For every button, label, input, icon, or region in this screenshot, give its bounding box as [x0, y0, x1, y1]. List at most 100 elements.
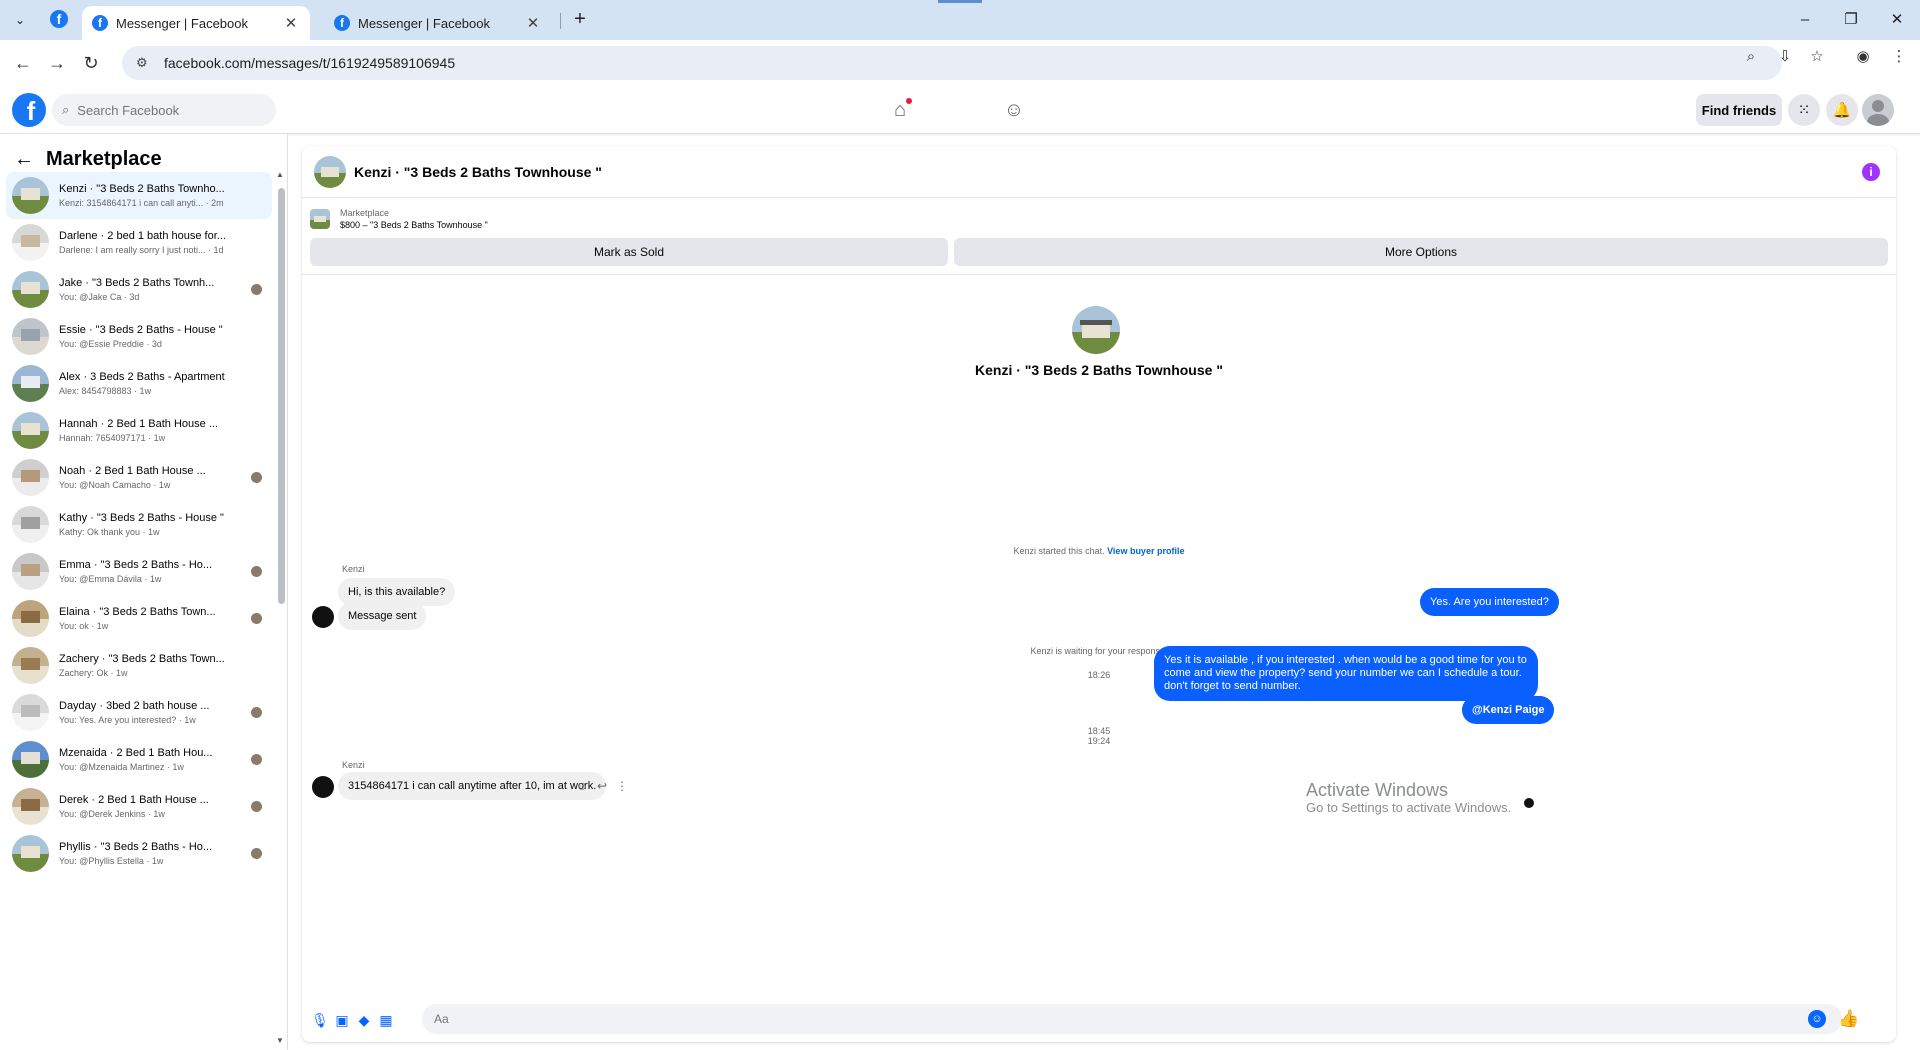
- sender-avatar[interactable]: [312, 606, 334, 628]
- install-app-icon[interactable]: ⇩: [1774, 46, 1796, 68]
- conversation-item[interactable]: Jake · "3 Beds 2 Baths Townh... You: @Jak…: [6, 266, 272, 313]
- chat-title[interactable]: Kenzi · "3 Beds 2 Baths Townhouse ": [354, 164, 602, 180]
- thumbs-up-icon[interactable]: 👍: [1838, 1008, 1860, 1030]
- listing-bar[interactable]: Marketplace $800 – "3 Beds 2 Baths Townh…: [310, 204, 1890, 234]
- conversation-item[interactable]: Darlene · 2 bed 1 bath house for... Darle…: [6, 219, 272, 266]
- info-icon[interactable]: i: [1862, 163, 1880, 181]
- buyer-avatar[interactable]: [1072, 306, 1120, 354]
- tab-close-icon[interactable]: ✕: [524, 14, 542, 32]
- browser-tab-bar: ⌄ f f Messenger | Facebook ✕ f Messenger…: [0, 0, 1920, 40]
- conversation-item[interactable]: Dayday · 3bed 2 bath house ... You: Yes. …: [6, 689, 272, 736]
- chevron-down-icon: ⌄: [14, 13, 26, 27]
- conversation-thumbnail: [12, 318, 49, 355]
- more-options-button[interactable]: More Options: [954, 238, 1888, 266]
- close-window-button[interactable]: ✕: [1882, 8, 1912, 32]
- listing-price: $800 – "3 Beds 2 Baths Townhouse ": [340, 220, 488, 230]
- conversation-thumbnail: [12, 600, 49, 637]
- conversation-name: Emma · "3 Beds 2 Baths - Ho...: [59, 559, 213, 571]
- chat-avatar[interactable]: [314, 155, 346, 188]
- conversation-item[interactable]: Zachery · "3 Beds 2 Baths Town... Zachery…: [6, 642, 272, 689]
- sender-avatar[interactable]: [312, 776, 334, 798]
- seen-avatar: [251, 801, 262, 812]
- typing-indicator: [1524, 798, 1534, 808]
- microphone-icon[interactable]: 🎙: [310, 1010, 330, 1030]
- facebook-pinned-icon[interactable]: f: [50, 10, 68, 28]
- image-attach-icon[interactable]: ▣: [332, 1010, 352, 1030]
- zoom-icon[interactable]: ⌕: [1740, 46, 1762, 68]
- conversation-preview: Kathy: Ok thank you · 1w: [59, 527, 160, 537]
- timestamp: 18:26: [1087, 670, 1111, 680]
- conversation-item[interactable]: Kathy · "3 Beds 2 Baths - House " Kathy: …: [6, 501, 272, 548]
- profile-icon[interactable]: ◉: [1852, 46, 1874, 68]
- facebook-logo[interactable]: f: [12, 93, 46, 127]
- forward-button[interactable]: →: [44, 50, 70, 76]
- conversation-item[interactable]: Mzenaida · 2 Bed 1 Bath Hou... You: @Mzen…: [6, 736, 272, 783]
- conversation-item[interactable]: Derek · 2 Bed 1 Bath House ... You: @Dere…: [6, 783, 272, 830]
- view-buyer-profile-link[interactable]: View buyer profile: [1107, 546, 1184, 556]
- message-input[interactable]: [432, 1011, 1772, 1027]
- address-bar[interactable]: ⚙ facebook.com/messages/t/16192495891069…: [122, 46, 1782, 80]
- conversation-item[interactable]: Hannah · 2 Bed 1 Bath House ... Hannah: 7…: [6, 407, 272, 454]
- tab-messenger-1[interactable]: f Messenger | Facebook ✕: [82, 6, 310, 40]
- site-info-icon[interactable]: ⚙: [122, 55, 152, 71]
- seen-avatar: [251, 566, 262, 577]
- bookmark-star-icon[interactable]: ☆: [1806, 46, 1828, 68]
- conversation-thumbnail: [12, 224, 49, 261]
- conversation-thumbnail: [12, 459, 49, 496]
- grid-icon: ⁙: [1797, 102, 1811, 119]
- listing-kind: Marketplace: [340, 208, 390, 218]
- reload-button[interactable]: ↻: [78, 50, 104, 76]
- message-input-box[interactable]: ☺: [422, 1004, 1842, 1034]
- conversation-name: Hannah · 2 Bed 1 Bath House ...: [59, 418, 218, 430]
- conversation-name: Elaina · "3 Beds 2 Baths Town...: [59, 606, 216, 618]
- window-top-indicator: [938, 0, 982, 3]
- conversation-item[interactable]: Alex · 3 Beds 2 Baths - Apartment Alex: 8…: [6, 360, 272, 407]
- conversation-item[interactable]: Kenzi · "3 Beds 2 Baths Townho... Kenzi: …: [6, 172, 272, 219]
- conversation-item[interactable]: Emma · "3 Beds 2 Baths - Ho... You: @Emma…: [6, 548, 272, 595]
- conversation-item[interactable]: Phyllis · "3 Beds 2 Baths - Ho... You: @P…: [6, 830, 272, 877]
- sticker-icon[interactable]: ◆: [354, 1010, 374, 1030]
- more-kebab-icon[interactable]: ⋮: [614, 778, 630, 794]
- emoji-icon[interactable]: ☺: [1808, 1010, 1826, 1028]
- menu-kebab-icon[interactable]: ⋮: [1888, 46, 1910, 68]
- tab-title: Messenger | Facebook: [358, 15, 490, 31]
- seen-avatar: [251, 754, 262, 765]
- groups-icon[interactable]: ☺: [1000, 96, 1028, 124]
- conversation-item[interactable]: Elaina · "3 Beds 2 Baths Town... You: ok …: [6, 595, 272, 642]
- back-arrow-icon[interactable]: ←: [14, 148, 34, 171]
- menu-grid-button[interactable]: ⁙: [1788, 94, 1820, 126]
- reply-icon[interactable]: ↩: [594, 778, 610, 794]
- started-text: Kenzi started this chat.: [1013, 546, 1105, 556]
- notifications-button[interactable]: 🔔: [1826, 94, 1858, 126]
- message-composer: 🎙 ▣ ◆ ▦ ☺ 👍: [302, 994, 1896, 1042]
- tab-close-icon[interactable]: ✕: [282, 14, 300, 32]
- account-avatar[interactable]: [1862, 94, 1894, 126]
- scroll-down-arrow[interactable]: ▼: [276, 1036, 284, 1045]
- minimize-button[interactable]: –: [1790, 8, 1820, 32]
- tab-messenger-2[interactable]: f Messenger | Facebook ✕: [324, 6, 552, 40]
- back-button[interactable]: ←: [10, 50, 36, 76]
- scroll-up-arrow[interactable]: ▲: [276, 170, 284, 179]
- conversation-thumbnail: [12, 506, 49, 543]
- find-friends-button[interactable]: Find friends: [1696, 94, 1782, 126]
- conversation-item[interactable]: Essie · "3 Beds 2 Baths - House " You: @E…: [6, 313, 272, 360]
- incoming-message[interactable]: Message sent: [338, 602, 427, 630]
- new-tab-button[interactable]: +: [568, 8, 592, 32]
- conversation-item[interactable]: Noah · 2 Bed 1 Bath House ... You: @Noah …: [6, 454, 272, 501]
- facebook-search[interactable]: ⌕: [52, 94, 276, 126]
- restore-button[interactable]: ❐: [1836, 8, 1866, 32]
- tab-search-dropdown[interactable]: ⌄: [8, 8, 32, 32]
- sidebar-scrollbar-thumb[interactable]: [278, 188, 285, 604]
- outgoing-mention[interactable]: @Kenzi Paige: [1462, 696, 1555, 724]
- outgoing-message[interactable]: Yes. Are you interested?: [1420, 588, 1559, 616]
- conversation-name: Jake · "3 Beds 2 Baths Townh...: [59, 277, 215, 289]
- outgoing-message[interactable]: Yes it is available , if you interested …: [1154, 646, 1538, 701]
- gif-icon[interactable]: ▦: [376, 1010, 396, 1030]
- search-input[interactable]: [75, 101, 246, 119]
- incoming-message[interactable]: 3154864171 i can call anytime after 10, …: [338, 772, 607, 800]
- react-emoji-icon[interactable]: ☺: [574, 778, 590, 794]
- mark-as-sold-button[interactable]: Mark as Sold: [310, 238, 948, 266]
- sender-label: Kenzi: [342, 564, 365, 574]
- seen-avatar: [251, 848, 262, 859]
- timestamp: 19:24: [1087, 736, 1111, 746]
